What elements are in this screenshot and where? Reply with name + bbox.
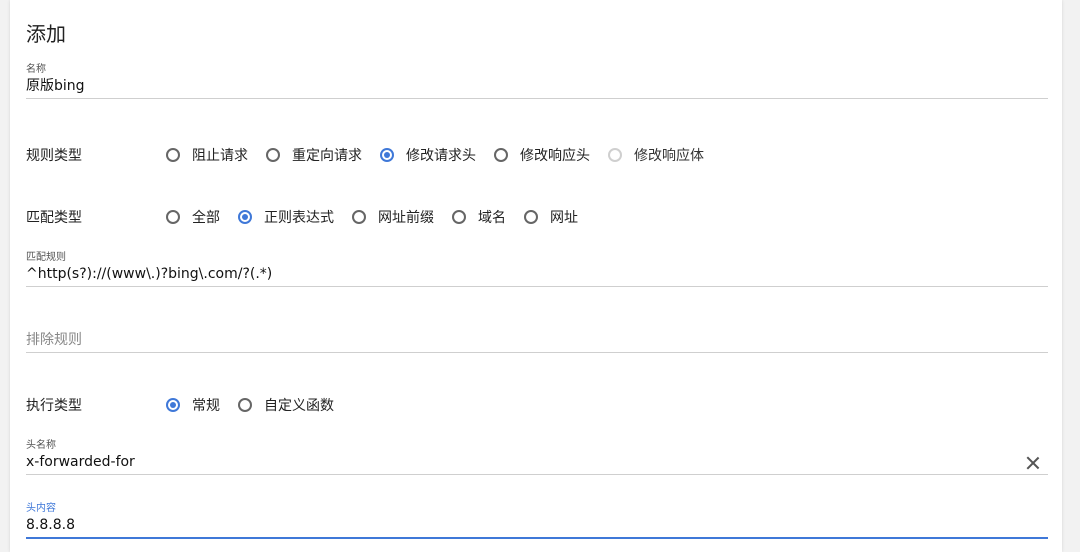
rule-type-option-modify-response-header[interactable]: 修改响应头	[494, 145, 590, 165]
match-type-option-url[interactable]: 网址	[524, 207, 578, 227]
rule-type-radio-group: 阻止请求 重定向请求 修改请求头 修改响应头 修改响应体	[166, 145, 722, 165]
radio-label: 常规	[192, 398, 220, 414]
match-type-option-domain[interactable]: 域名	[452, 207, 506, 227]
exec-type-label: 执行类型	[26, 398, 82, 414]
rule-type-option-modify-response-body: 修改响应体	[608, 145, 704, 165]
radio-label: 重定向请求	[292, 148, 362, 164]
radio-block-request[interactable]	[166, 148, 180, 162]
exec-type-option-normal[interactable]: 常规	[166, 395, 220, 415]
radio-modify-request-header[interactable]	[380, 148, 394, 162]
radio-label: 正则表达式	[264, 210, 334, 226]
radio-custom-function[interactable]	[238, 398, 252, 412]
match-rule-input[interactable]: ^http(s?)://(www\.)?bing\.com/?(.*)	[26, 264, 1048, 287]
header-value-field[interactable]: 头内容 8.8.8.8	[26, 503, 1048, 539]
radio-url-prefix[interactable]	[352, 210, 366, 224]
header-name-label: 头名称	[26, 440, 56, 451]
match-type-radio-group: 全部 正则表达式 网址前缀 域名 网址	[166, 207, 596, 227]
match-type-option-url-prefix[interactable]: 网址前缀	[352, 207, 434, 227]
radio-label: 域名	[478, 210, 506, 226]
match-type-option-regex[interactable]: 正则表达式	[238, 207, 334, 227]
radio-label: 全部	[192, 210, 220, 226]
radio-modify-response-header[interactable]	[494, 148, 508, 162]
radio-domain[interactable]	[452, 210, 466, 224]
name-input[interactable]: 原版bing	[26, 76, 1048, 99]
match-rule-field[interactable]: 匹配规则 ^http(s?)://(www\.)?bing\.com/?(.*)	[26, 252, 1048, 287]
rule-type-option-modify-request-header[interactable]: 修改请求头	[380, 145, 476, 165]
page-title: 添加	[26, 22, 66, 46]
exclude-rule-field[interactable]: 排除规则	[26, 318, 1048, 353]
radio-modify-response-body	[608, 148, 622, 162]
radio-label: 自定义函数	[264, 398, 334, 414]
radio-all[interactable]	[166, 210, 180, 224]
rule-type-row: 规则类型 阻止请求 重定向请求 修改请求头 修改响应头 修改响应体	[26, 143, 722, 167]
radio-label: 网址前缀	[378, 210, 434, 226]
header-value-input[interactable]: 8.8.8.8	[26, 515, 1048, 539]
radio-url[interactable]	[524, 210, 538, 224]
match-type-option-all[interactable]: 全部	[166, 207, 220, 227]
exec-type-radio-group: 常规 自定义函数	[166, 395, 352, 415]
exclude-rule-input[interactable]: 排除规则	[26, 330, 1048, 353]
radio-redirect-request[interactable]	[266, 148, 280, 162]
radio-label: 网址	[550, 210, 578, 226]
header-name-input[interactable]: x-forwarded-for	[26, 452, 1048, 475]
radio-normal[interactable]	[166, 398, 180, 412]
rule-type-option-redirect[interactable]: 重定向请求	[266, 145, 362, 165]
close-icon[interactable]	[1026, 456, 1040, 470]
radio-label: 修改请求头	[406, 148, 476, 164]
radio-regex[interactable]	[238, 210, 252, 224]
exec-type-option-custom-function[interactable]: 自定义函数	[238, 395, 334, 415]
name-field-label: 名称	[26, 64, 46, 75]
radio-label: 修改响应头	[520, 148, 590, 164]
radio-label: 修改响应体	[634, 148, 704, 164]
match-type-row: 匹配类型 全部 正则表达式 网址前缀 域名 网址	[26, 205, 596, 229]
add-rule-form: 添加 名称 原版bing 规则类型 阻止请求 重定向请求 修改请求头 修改响应头	[10, 0, 1062, 552]
rule-type-label: 规则类型	[26, 148, 82, 164]
header-name-field[interactable]: 头名称 x-forwarded-for	[26, 440, 1048, 475]
rule-type-option-block[interactable]: 阻止请求	[166, 145, 248, 165]
name-field[interactable]: 名称 原版bing	[26, 64, 1048, 99]
header-value-label: 头内容	[26, 503, 56, 514]
match-type-label: 匹配类型	[26, 210, 82, 226]
radio-label: 阻止请求	[192, 148, 248, 164]
exec-type-row: 执行类型 常规 自定义函数	[26, 393, 352, 417]
match-rule-label: 匹配规则	[26, 252, 66, 263]
